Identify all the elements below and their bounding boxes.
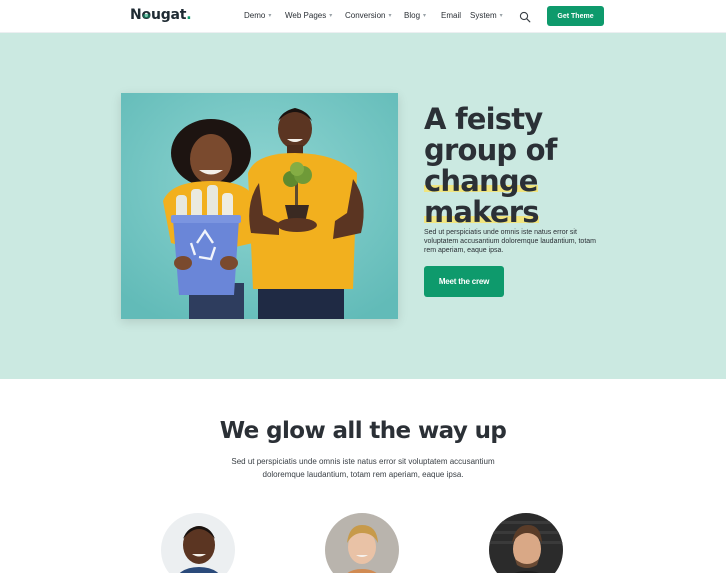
team-member-avatar[interactable] xyxy=(489,513,563,573)
nav-item-email[interactable]: Email xyxy=(441,11,461,20)
nav-item-label: Conversion xyxy=(345,11,386,20)
hero-section: A feisty group of change makers Sed ut p… xyxy=(0,33,726,379)
meet-the-crew-button[interactable]: Meet the crew xyxy=(424,266,504,297)
logo[interactable]: Nougat. xyxy=(130,7,192,23)
logo-rest: ugat xyxy=(150,7,187,23)
nav-item-demo[interactable]: Demo ▾ xyxy=(244,11,271,20)
nav-item-web-pages[interactable]: Web Pages ▾ xyxy=(285,11,332,20)
chevron-down-icon: ▾ xyxy=(329,13,333,19)
hero-title-line: group of xyxy=(424,133,557,167)
logo-letter-n: N xyxy=(130,7,142,23)
nav-item-label: Email xyxy=(441,11,462,20)
hero-description: Sed ut perspiciatis unde omnis iste natu… xyxy=(424,229,596,254)
hero-title: A feisty group of change makers xyxy=(424,104,624,228)
hero-title-line: A feisty xyxy=(424,102,543,136)
nav-item-conversion[interactable]: Conversion ▾ xyxy=(345,11,391,20)
team-member-avatar[interactable] xyxy=(325,513,399,573)
logo-letter-o: o xyxy=(141,7,152,23)
nav-item-label: Web Pages xyxy=(285,11,327,20)
section-title: We glow all the way up xyxy=(219,418,507,444)
chevron-down-icon: ▾ xyxy=(388,13,392,19)
logo-dot: . xyxy=(186,7,192,23)
hero-photo xyxy=(121,93,398,319)
team-member-avatar[interactable] xyxy=(161,513,235,573)
nav-item-label: Blog xyxy=(404,11,421,20)
nav-item-system[interactable]: System ▾ xyxy=(470,11,503,20)
chevron-down-icon: ▾ xyxy=(423,13,427,19)
nav-item-label: Demo xyxy=(244,11,266,20)
site-header: Nougat. Demo ▾ Web Pages ▾ Conversion ▾ … xyxy=(0,0,726,33)
hero-title-highlight: makers xyxy=(424,195,540,229)
chevron-down-icon: ▾ xyxy=(268,13,272,19)
section-description: Sed ut perspiciatis unde omnis iste natu… xyxy=(231,457,495,479)
nav-item-blog[interactable]: Blog ▾ xyxy=(404,11,426,20)
get-theme-button[interactable]: Get Theme xyxy=(547,6,604,26)
hero-title-highlight: change xyxy=(424,164,538,198)
search-icon[interactable] xyxy=(519,10,531,23)
nav-item-label: System xyxy=(470,11,497,20)
chevron-down-icon: ▾ xyxy=(499,13,503,19)
